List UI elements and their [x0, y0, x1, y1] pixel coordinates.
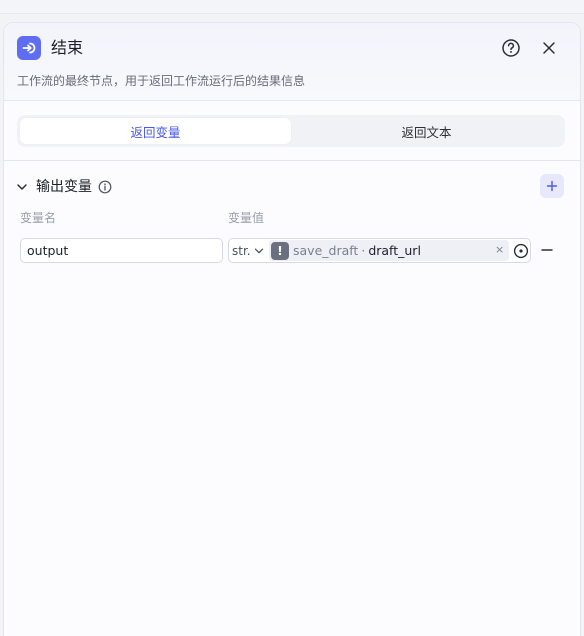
node-title: 结束: [51, 38, 84, 57]
end-node-panel: 结束 工作流的最终节点，用于返回工作流运行后的结果信息 返回变量 返回文本 输出…: [3, 22, 581, 636]
variable-value-field: str. ! save_draft · draft_url ×: [228, 238, 531, 263]
reference-node-name: save_draft: [293, 243, 359, 258]
variable-reference-chip[interactable]: ! save_draft · draft_url: [269, 240, 509, 261]
help-button[interactable]: [501, 38, 521, 58]
column-label-value: 变量值: [228, 211, 265, 225]
return-mode-tabs: 返回变量 返回文本: [17, 115, 565, 147]
variable-type-select[interactable]: str.: [229, 239, 269, 262]
node-description: 工作流的最终节点，用于返回工作流运行后的结果信息: [17, 74, 306, 88]
chevron-down-icon: [254, 248, 263, 253]
minus-icon: [541, 249, 553, 251]
variable-picker-button[interactable]: [512, 242, 529, 259]
add-variable-button[interactable]: [540, 174, 564, 198]
close-icon: [543, 42, 555, 54]
output-variables-section: 输出变量 变量名 变量值 output str. ! save_draft · …: [4, 161, 580, 631]
tab-return-text[interactable]: 返回文本: [291, 118, 562, 144]
end-node-icon: [17, 36, 41, 60]
warning-icon: !: [271, 241, 289, 260]
column-label-name: 变量名: [20, 211, 57, 225]
section-title: 输出变量: [36, 179, 92, 195]
reference-field-name: draft_url: [368, 243, 421, 258]
variable-type-label: str.: [232, 243, 251, 258]
clear-reference-icon[interactable]: ×: [495, 243, 504, 257]
chevron-down-icon[interactable]: [16, 181, 28, 193]
close-button[interactable]: [539, 38, 559, 58]
info-icon[interactable]: [98, 180, 112, 194]
panel-header: 结束 工作流的最终节点，用于返回工作流运行后的结果信息: [4, 23, 580, 101]
section-header[interactable]: 输出变量: [16, 177, 112, 197]
reference-separator: ·: [361, 243, 366, 258]
top-strip: [0, 0, 584, 14]
plus-icon: [546, 180, 558, 192]
help-icon: [502, 39, 520, 57]
remove-variable-button[interactable]: [538, 241, 556, 259]
tab-return-variables[interactable]: 返回变量: [20, 118, 291, 144]
target-icon: [513, 243, 528, 258]
variable-name-input[interactable]: output: [20, 238, 223, 263]
tabs-area: 返回变量 返回文本: [4, 101, 580, 161]
